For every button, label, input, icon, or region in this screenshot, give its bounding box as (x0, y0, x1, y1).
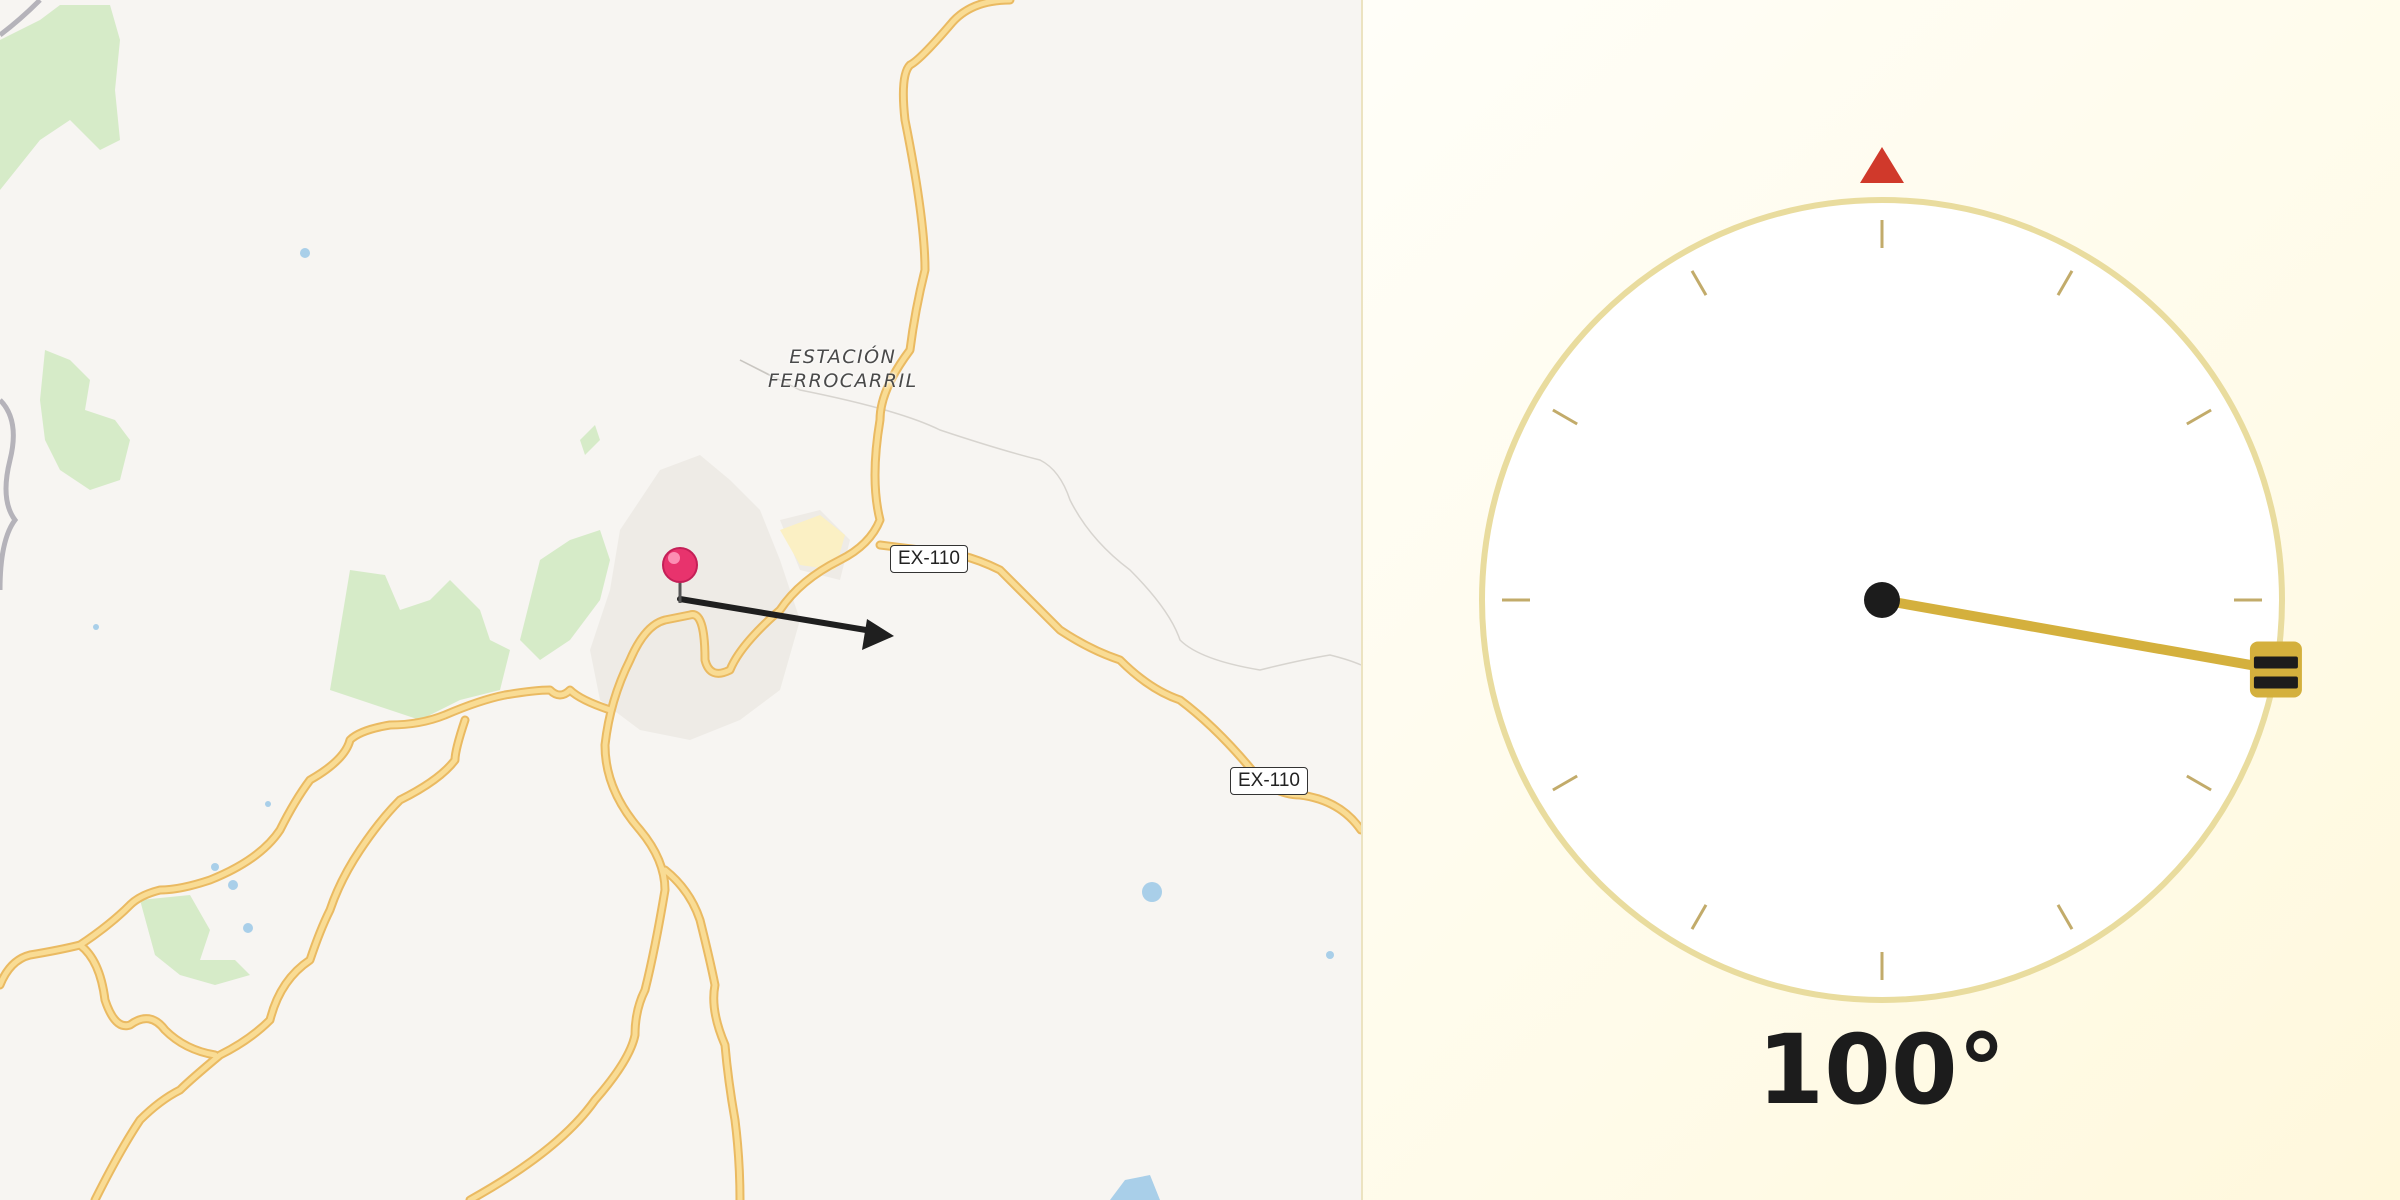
road-shield-ex110: EX-110 (890, 545, 968, 573)
map-view[interactable]: ESTACIÓN FERROCARRIL EX-110 EX-110 (0, 0, 1363, 1200)
compass-panel: 100° (1363, 0, 2400, 1200)
needle-hub (1864, 582, 1900, 618)
app-stage: ESTACIÓN FERROCARRIL EX-110 EX-110 100° (0, 0, 2400, 1200)
road-shield-ex110: EX-110 (1230, 767, 1308, 795)
park-areas (0, 5, 660, 985)
place-label-line-2: FERROCARRIL (768, 370, 918, 392)
north-marker-icon (1860, 147, 1904, 183)
map-canvas[interactable] (0, 0, 1361, 1200)
angle-readout: 100° (1757, 1014, 2006, 1126)
drag-handle-icon[interactable] (2249, 641, 2302, 698)
place-label-estacion: ESTACIÓN FERROCARRIL (768, 345, 918, 393)
town-area (590, 455, 850, 740)
place-label-line-1: ESTACIÓN (789, 346, 897, 368)
